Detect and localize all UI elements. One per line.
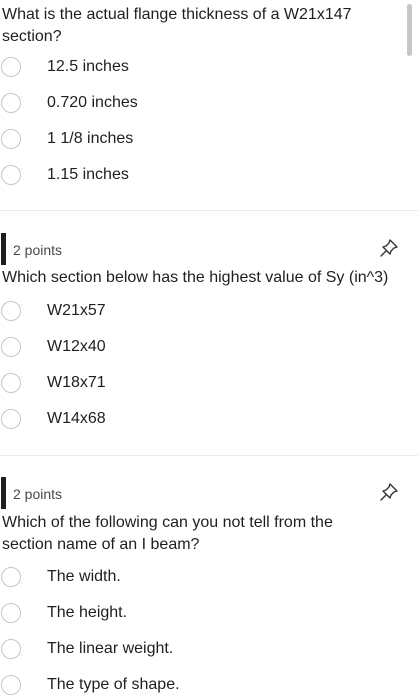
radio-button[interactable]	[1, 129, 21, 149]
radio-button[interactable]	[1, 567, 21, 587]
points-label: 2 points	[13, 486, 63, 502]
points-label: 2 points	[13, 242, 63, 258]
option-1[interactable]: The width.	[0, 564, 418, 590]
option-4[interactable]: W14x68	[0, 406, 418, 432]
option-4[interactable]: 1.15 inches	[0, 162, 418, 188]
radio-button[interactable]	[1, 57, 21, 77]
option-label: The height.	[47, 604, 128, 621]
option-2[interactable]: W12x40	[0, 334, 418, 360]
option-label: W14x68	[47, 410, 106, 427]
question-marker	[1, 233, 6, 265]
option-4[interactable]: The type of shape.	[0, 672, 418, 698]
option-3[interactable]: W18x71	[0, 370, 418, 396]
radio-button[interactable]	[1, 639, 21, 659]
option-label: The width.	[47, 568, 121, 585]
option-label: W18x71	[47, 374, 106, 391]
option-3[interactable]: The linear weight.	[0, 636, 418, 662]
option-label: 1.15 inches	[47, 166, 129, 183]
question-marker	[1, 477, 6, 509]
radio-button[interactable]	[1, 301, 21, 321]
radio-button[interactable]	[1, 409, 21, 429]
question-text: Which section below has the highest valu…	[2, 269, 389, 286]
option-label: The type of shape.	[47, 676, 180, 693]
radio-button[interactable]	[1, 165, 21, 185]
option-1[interactable]: W21x57	[0, 298, 418, 324]
scrollbar[interactable]	[407, 4, 412, 56]
radio-button[interactable]	[1, 675, 21, 695]
option-label: W12x40	[47, 338, 106, 355]
divider	[0, 210, 418, 211]
option-1[interactable]: 12.5 inches	[0, 54, 418, 80]
option-label: 1 1/8 inches	[47, 130, 134, 147]
option-2[interactable]: The height.	[0, 600, 418, 626]
option-label: 12.5 inches	[47, 58, 129, 75]
option-label: The linear weight.	[47, 640, 174, 657]
pin-icon[interactable]	[378, 481, 400, 503]
radio-button[interactable]	[1, 603, 21, 623]
divider	[0, 455, 418, 456]
option-3[interactable]: 1 1/8 inches	[0, 126, 418, 152]
option-2[interactable]: 0.720 inches	[0, 90, 418, 116]
pin-icon[interactable]	[378, 237, 400, 259]
question-text: What is the actual flange thickness of a…	[2, 6, 352, 45]
question-text: Which of the following can you not tell …	[2, 514, 333, 553]
radio-button[interactable]	[1, 93, 21, 113]
option-label: W21x57	[47, 302, 106, 319]
radio-button[interactable]	[1, 337, 21, 357]
option-label: 0.720 inches	[47, 94, 138, 111]
radio-button[interactable]	[1, 373, 21, 393]
